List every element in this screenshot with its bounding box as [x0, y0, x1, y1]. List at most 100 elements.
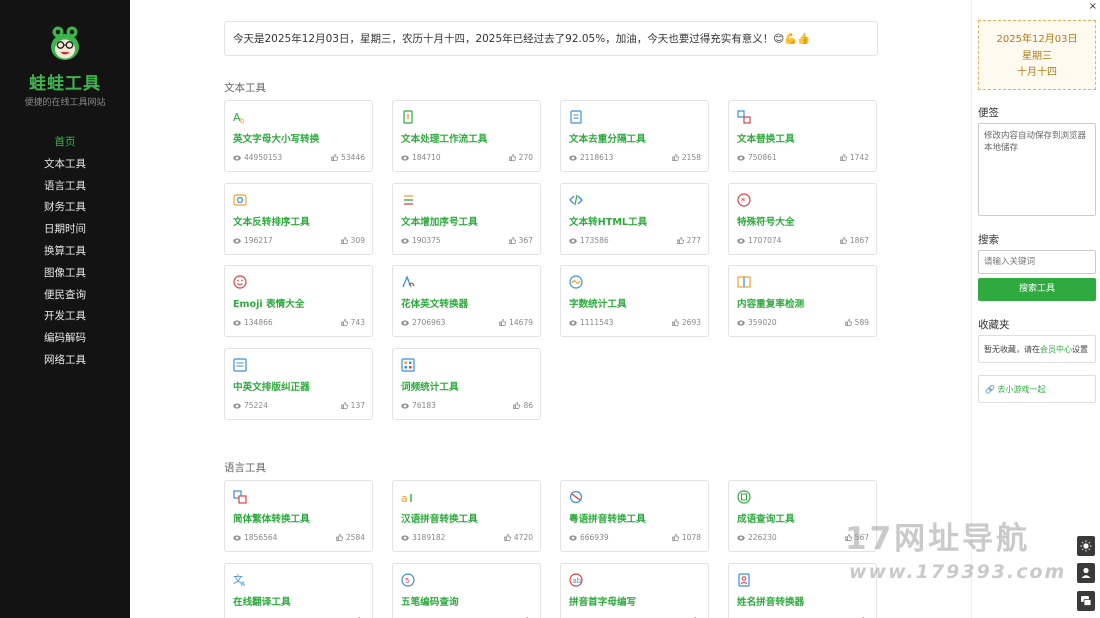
tool-card-views: 173586: [569, 236, 609, 245]
tool-card[interactable]: 花体英文转换器 2706963 14679: [392, 265, 541, 337]
nav-item-encode-decode[interactable]: 编码解码: [0, 328, 130, 350]
tool-card[interactable]: 中英文排版纠正器 75224 137: [224, 347, 373, 420]
tool-card-likes[interactable]: 277: [676, 236, 701, 245]
tool-card-likes[interactable]: 4720: [504, 533, 533, 542]
tool-card-likes-count: 270: [518, 153, 533, 162]
nav-item-finance-tools[interactable]: 财务工具: [0, 197, 130, 219]
tool-card-views-count: 44950153: [244, 153, 283, 162]
tool-card[interactable]: * 特殊符号大全 1707074 1867: [728, 182, 877, 255]
nav-item-lookup[interactable]: 便民查询: [0, 285, 130, 307]
tool-card[interactable]: 文本增加序号工具 190375 367: [392, 182, 541, 255]
tool-card-views-count: 1707074: [748, 235, 782, 245]
tool-card-likes[interactable]: 743: [340, 318, 365, 327]
svg-text:b: b: [240, 117, 245, 124]
pinyin-icon: a: [401, 492, 412, 504]
tool-card-name: 成语查询工具: [737, 514, 795, 525]
memo-textarea[interactable]: [978, 123, 1096, 216]
like-icon: [672, 534, 679, 541]
tool-card-likes[interactable]: 14679: [499, 318, 533, 327]
tool-card[interactable]: 5 五笔编码查询: [392, 562, 541, 618]
nav-item-conversion-tools[interactable]: 换算工具: [0, 241, 130, 263]
numbered-list-icon: [404, 194, 413, 205]
tool-card-likes[interactable]: 86: [513, 401, 533, 410]
tool-card-name: 在线翻译工具: [233, 596, 291, 608]
lunar-date-text: 十月十四: [1017, 67, 1057, 78]
nav-item-language-tools[interactable]: 语言工具: [0, 176, 130, 198]
tool-card[interactable]: 成语查询工具 226230 567: [728, 480, 877, 552]
tool-card-views: 75224: [233, 401, 268, 410]
tool-card-views-count: 184710: [412, 153, 441, 162]
tool-card[interactable]: 文本转HTML工具 173586 277: [560, 182, 709, 255]
mini-game-link[interactable]: 🔗 去小游戏一起: [978, 375, 1096, 403]
tool-card[interactable]: 文本反转排序工具 196217 309: [224, 182, 373, 255]
daily-notice: 今天是2025年12月03日，星期三，农历十月十四，2025年已经过去了92.0…: [224, 21, 878, 56]
tool-card-likes[interactable]: 1867: [840, 236, 869, 245]
tool-card[interactable]: 文本去重分隔工具 2118613 2158: [560, 100, 709, 172]
search-input[interactable]: [978, 250, 1096, 274]
views-icon: [233, 535, 241, 541]
tool-card[interactable]: Ab 英文字母大小写转换 44950153 53446: [224, 100, 373, 172]
tool-card[interactable]: 内容重复率检测 359020 589: [728, 265, 877, 337]
tool-card-likes[interactable]: 1742: [840, 153, 869, 162]
tool-card[interactable]: a 汉语拼音转换工具 3189182 4720: [392, 480, 541, 552]
tool-card-views: 226230: [737, 533, 777, 542]
tool-card[interactable]: 文本处理工作流工具 184710 270: [392, 100, 541, 172]
like-icon: [672, 319, 679, 326]
brand-name[interactable]: 蛙蛙工具: [0, 69, 130, 94]
like-icon: [340, 236, 348, 244]
tool-card[interactable]: 文 A 在线翻译工具: [224, 562, 373, 618]
tool-card-likes-count: 14679: [509, 318, 533, 327]
feedback-button[interactable]: [1077, 591, 1095, 611]
tool-card-likes[interactable]: 589: [844, 318, 869, 327]
tool-card[interactable]: Emoji 表情大全 134866 743: [224, 265, 373, 337]
svg-text:A: A: [241, 581, 246, 587]
user-button[interactable]: [1077, 563, 1095, 583]
tool-card-likes[interactable]: 2158: [672, 153, 701, 162]
wave-icon: [569, 275, 583, 289]
smiley-icon: [233, 275, 247, 289]
tool-card-views: 76183: [401, 401, 436, 410]
frog-logo-icon[interactable]: [50, 26, 80, 62]
tool-card[interactable]: 简体繁体转换工具 1856564 2584: [224, 480, 373, 552]
svg-text:5: 5: [405, 577, 409, 585]
nav-item-text-tools[interactable]: 文本工具: [0, 154, 130, 176]
nav-item-dev-tools[interactable]: 开发工具: [0, 306, 130, 328]
like-icon: [340, 319, 348, 326]
theme-toggle-button[interactable]: [1077, 536, 1095, 556]
tool-card-likes[interactable]: 367: [508, 236, 533, 245]
tool-card-likes-count: 1867: [849, 235, 869, 245]
views-icon: [569, 237, 577, 244]
nav-item-date-time[interactable]: 日期时间: [0, 219, 130, 241]
tool-card-likes[interactable]: 1078: [672, 533, 701, 542]
nav-item-network-tools[interactable]: 网络工具: [0, 350, 130, 372]
tool-card[interactable]: 粤语拼音转换工具 666939 1078: [560, 480, 709, 552]
like-icon: [840, 236, 847, 244]
tool-card[interactable]: ab 拼音首字母编写: [560, 562, 709, 618]
tool-card[interactable]: 姓名拼音转换器: [728, 562, 877, 618]
tool-card-likes[interactable]: 137: [340, 401, 365, 410]
tool-card-views: 2118613: [569, 153, 613, 162]
tool-card-likes[interactable]: 309: [340, 236, 365, 245]
tool-card[interactable]: 文本替换工具 750861 1742: [728, 100, 877, 172]
nav-item-home[interactable]: 首页: [0, 132, 130, 154]
tool-card-name: 文本反转排序工具: [233, 216, 310, 228]
tool-card-views-count: 75224: [244, 400, 268, 410]
close-icon[interactable]: ×: [1089, 1, 1097, 12]
nav-item-image-tools[interactable]: 图像工具: [0, 263, 130, 285]
tool-card-likes[interactable]: 270: [508, 153, 533, 162]
tool-card-likes[interactable]: 53446: [331, 153, 365, 162]
tool-card-views: 1707074: [737, 236, 781, 245]
like-icon: [340, 401, 348, 409]
tool-card-likes[interactable]: 2693: [672, 318, 701, 327]
tool-card-likes[interactable]: 567: [844, 533, 869, 542]
tool-card-likes[interactable]: 2584: [336, 533, 365, 542]
idiom-icon: [737, 490, 751, 504]
tool-card[interactable]: 字数统计工具 1111543 2693: [560, 265, 709, 337]
member-center-link[interactable]: 会员中心: [1040, 345, 1072, 354]
replace-icon: [737, 110, 751, 124]
tool-card[interactable]: 词频统计工具 76183 86: [392, 347, 541, 420]
search-button[interactable]: 搜索工具: [978, 278, 1096, 301]
simplified-traditional-icon: [233, 490, 247, 504]
name-pinyin-icon: [738, 572, 750, 587]
search-title: 搜索: [978, 234, 999, 246]
